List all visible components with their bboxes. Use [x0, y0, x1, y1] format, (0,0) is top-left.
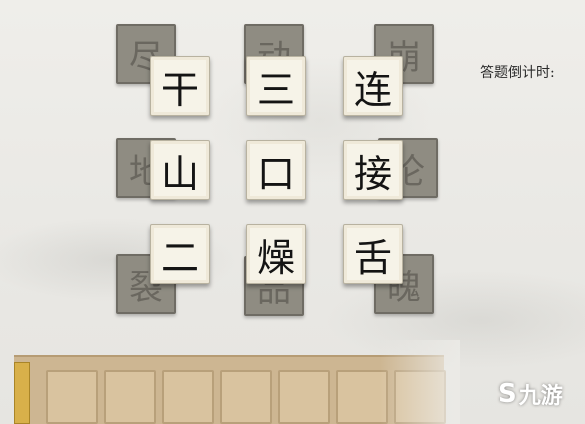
answer-slot[interactable] [220, 370, 272, 424]
character-tile[interactable]: 舌 [343, 224, 403, 284]
tray-fade [380, 340, 460, 424]
answer-slot[interactable] [104, 370, 156, 424]
countdown-label: 答题倒计时: [480, 65, 555, 81]
character-tile[interactable]: 山 [150, 140, 210, 200]
watermark: S 九游 [498, 378, 563, 410]
answer-slot[interactable] [46, 370, 98, 424]
character-tile[interactable]: 燥 [246, 224, 306, 284]
answer-slot[interactable] [162, 370, 214, 424]
watermark-logo-icon: S [498, 379, 517, 409]
watermark-text: 九游 [518, 384, 563, 409]
tray-edge [14, 362, 30, 424]
character-tile[interactable]: 口 [246, 140, 306, 200]
character-tile[interactable]: 二 [150, 224, 210, 284]
character-tile[interactable]: 三 [246, 56, 306, 116]
character-tile[interactable]: 干 [150, 56, 210, 116]
character-tile[interactable]: 接 [343, 140, 403, 200]
answer-slot[interactable] [278, 370, 330, 424]
character-tile[interactable]: 连 [343, 56, 403, 116]
